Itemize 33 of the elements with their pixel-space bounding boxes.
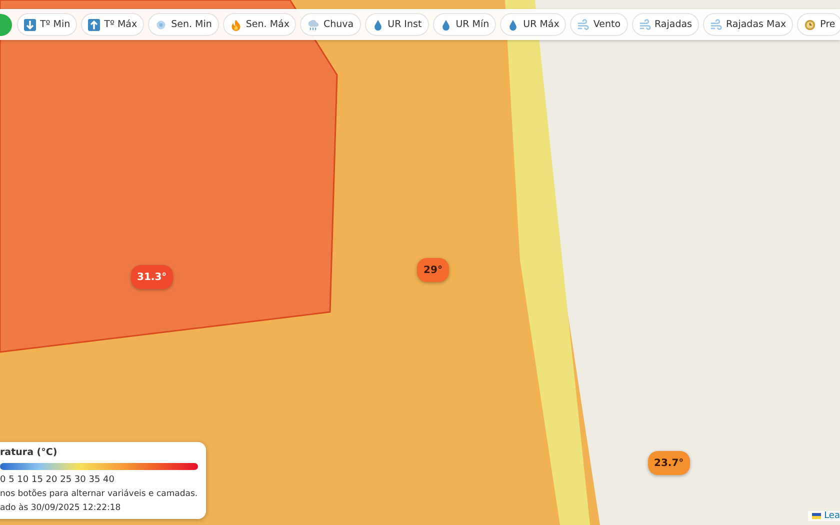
wind-icon [638,18,651,30]
temperature-marker[interactable]: 29° [417,258,449,282]
layer-button[interactable]: Tº Min [17,13,78,36]
layer-button[interactable]: Pre [797,13,840,36]
layer-button[interactable]: Vento [570,13,628,36]
droplet-icon [440,18,452,30]
scale-labels: 0 5 10 15 20 25 30 35 40 [0,474,115,486]
update-time: ado às 30/09/2025 12:22:18 [0,502,121,514]
attribution-link[interactable]: Lea [808,511,840,521]
temperature-marker[interactable]: 23.7° [648,451,690,475]
legend-hint: nos botões para alternar variáveis e camadas. [0,488,198,500]
layer-button[interactable]: Rajadas [632,13,699,36]
cloud-rain-icon [307,18,320,30]
temperature-marker[interactable]: 31.3° [131,265,173,289]
layer-button[interactable]: UR Mín [432,13,496,36]
layer-button[interactable]: UR Inst [364,13,429,36]
layer-button[interactable]: Sen. Min [148,13,219,36]
legend-title: ratura (°C) [0,447,58,458]
flame-icon [230,18,242,30]
layer-button[interactable]: Tº Máx [81,13,144,36]
snowflake-icon [155,18,168,30]
wind-icon [577,18,590,30]
arrow-up-icon [88,18,100,30]
flag-icon [812,513,822,519]
layer-button[interactable]: Chuva [300,13,361,36]
layer-button[interactable]: Sen. Máx [222,13,296,36]
droplet-icon [507,18,520,30]
wind-icon [710,18,722,30]
layer-button[interactable]: UR Máx [500,13,566,36]
droplet-icon [372,18,384,30]
arrow-down-icon [24,18,36,30]
layer-button[interactable]: Rajadas Max [703,13,794,36]
clock-icon [804,18,816,30]
